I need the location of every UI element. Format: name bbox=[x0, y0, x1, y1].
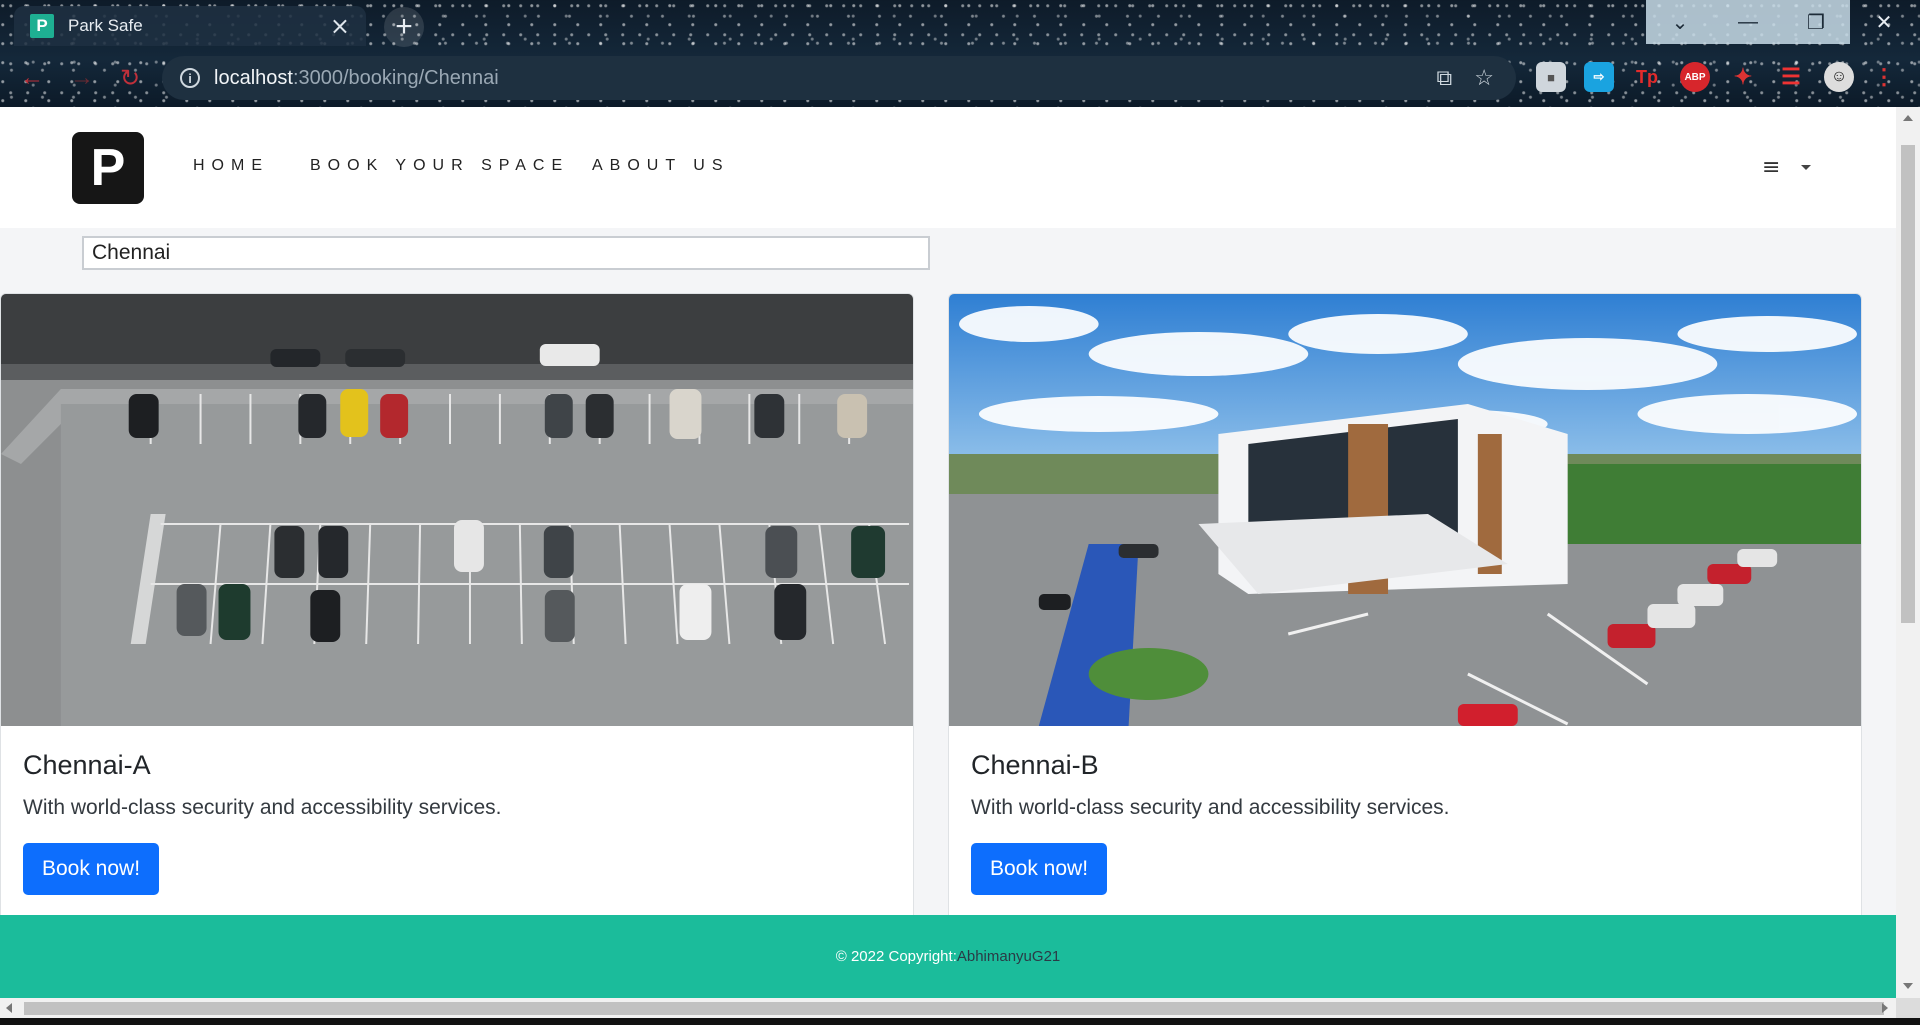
address-bar[interactable]: i localhost:3000/booking/Chennai ⧉ ☆ bbox=[162, 56, 1516, 100]
nav-book-your-space-link[interactable]: BOOK YOUR SPACE bbox=[310, 157, 569, 175]
vertical-scroll-thumb[interactable] bbox=[1901, 145, 1915, 623]
share-page-icon[interactable]: ⧉ bbox=[1437, 65, 1453, 91]
parking-card-chennai-a: Chennai-A With world-class security and … bbox=[0, 293, 914, 933]
scroll-up-arrow-icon[interactable] bbox=[1903, 115, 1913, 121]
footer-copyright: © 2022 Copyright: bbox=[835, 948, 957, 965]
parking-card-chennai-b: Chennai-B With world-class security and … bbox=[948, 293, 1862, 933]
new-tab-button[interactable]: + bbox=[384, 7, 424, 47]
horizontal-scroll-thumb[interactable] bbox=[24, 1002, 1884, 1015]
url-text[interactable]: localhost:3000/booking/Chennai bbox=[214, 67, 1437, 90]
card-title: Chennai-A bbox=[23, 750, 151, 780]
chevron-down-icon[interactable] bbox=[1801, 165, 1811, 170]
tab-favicon-icon: P bbox=[30, 14, 54, 38]
parking-lot-image bbox=[1, 294, 913, 726]
browser-chrome: P Park Safe × + ⌄ — ❐ ✕ ← → ↻ i localhos… bbox=[0, 0, 1920, 107]
bookmark-star-icon[interactable]: ☆ bbox=[1474, 65, 1494, 91]
back-arrow-icon[interactable]: ← bbox=[16, 62, 48, 94]
minimize-button[interactable]: — bbox=[1714, 0, 1782, 44]
scroll-right-arrow-icon[interactable] bbox=[1882, 1003, 1888, 1013]
vertical-scrollbar[interactable] bbox=[1896, 107, 1920, 998]
taskbar-strip bbox=[0, 1018, 1920, 1025]
nav-about-us-link[interactable]: ABOUT US bbox=[592, 157, 730, 175]
box-extension-icon[interactable]: ■ bbox=[1536, 62, 1566, 92]
book-now-button[interactable]: Book now! bbox=[23, 843, 159, 895]
card-title: Chennai-B bbox=[971, 750, 1099, 780]
card-description: With world-class security and accessibil… bbox=[23, 796, 502, 819]
tp-extension-icon[interactable]: Tp bbox=[1632, 62, 1662, 92]
book-now-button[interactable]: Book now! bbox=[971, 843, 1107, 895]
profile-avatar[interactable]: ☺ bbox=[1824, 62, 1854, 92]
park-safe-logo[interactable]: P bbox=[72, 132, 144, 204]
scroll-left-arrow-icon[interactable] bbox=[6, 1003, 12, 1013]
nav-home-link[interactable]: HOME bbox=[193, 157, 269, 175]
building-parking-image bbox=[949, 294, 1861, 726]
restore-button[interactable]: ❐ bbox=[1782, 0, 1850, 44]
scroll-down-arrow-icon[interactable] bbox=[1903, 983, 1913, 989]
reload-icon[interactable]: ↻ bbox=[114, 62, 146, 94]
forward-arrow-icon[interactable]: → bbox=[66, 62, 98, 94]
tab-close-icon[interactable]: × bbox=[330, 14, 350, 38]
page-viewport: P HOME BOOK YOUR SPACE ABOUT US ≡ Chenna… bbox=[0, 107, 1896, 998]
horizontal-scrollbar[interactable] bbox=[0, 998, 1896, 1018]
url-path: :3000/booking/Chennai bbox=[292, 66, 499, 89]
playlist-extension-icon[interactable]: ☰ bbox=[1776, 62, 1806, 92]
puzzle-extension-icon[interactable]: ✦ bbox=[1728, 62, 1758, 92]
hamburger-menu-icon[interactable]: ≡ bbox=[1762, 155, 1780, 180]
navbar: P HOME BOOK YOUR SPACE ABOUT US ≡ bbox=[0, 107, 1896, 228]
footer-author-link[interactable]: AbhimanyuG21 bbox=[957, 948, 1060, 965]
url-host: localhost bbox=[214, 66, 293, 89]
site-info-icon[interactable]: i bbox=[180, 68, 200, 88]
city-search-input[interactable] bbox=[82, 236, 930, 270]
close-window-button[interactable]: ✕ bbox=[1850, 0, 1918, 44]
footer: © 2022 Copyright: AbhimanyuG21 bbox=[0, 915, 1896, 998]
browser-tab[interactable]: P Park Safe × bbox=[14, 6, 366, 46]
scrollbar-corner bbox=[1896, 998, 1920, 1018]
abp-extension-icon[interactable]: ABP bbox=[1680, 62, 1710, 92]
card-description: With world-class security and accessibil… bbox=[971, 796, 1450, 819]
tab-search-button[interactable]: ⌄ bbox=[1646, 0, 1714, 44]
tab-title: Park Safe bbox=[68, 16, 143, 35]
share-extension-icon[interactable]: ⇨ bbox=[1584, 62, 1614, 92]
browser-menu-icon[interactable]: ⋮ bbox=[1872, 62, 1896, 92]
